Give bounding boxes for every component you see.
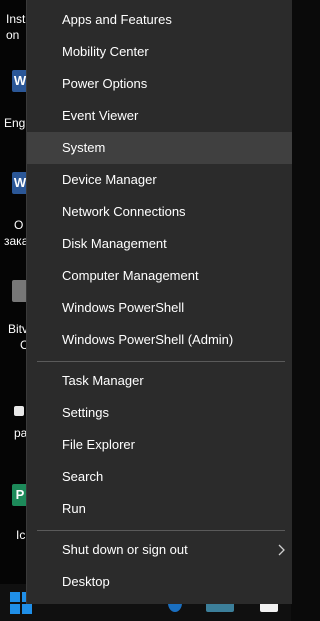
- menu-item-network-connections[interactable]: Network Connections: [27, 196, 292, 228]
- desktop-label: Inst: [6, 12, 26, 26]
- menu-item-disk-management[interactable]: Disk Management: [27, 228, 292, 260]
- chevron-right-icon: [278, 544, 285, 556]
- menu-item-event-viewer[interactable]: Event Viewer: [27, 100, 292, 132]
- desktop-label: on: [6, 28, 20, 42]
- desktop-strip: Inst on W Eng W O зака Bitv C ра P Ic: [0, 0, 28, 621]
- menu-item-system[interactable]: System: [27, 132, 292, 164]
- menu-item-shut-down-or-sign-out[interactable]: Shut down or sign out: [27, 534, 292, 566]
- desktop-label: Bitv: [8, 322, 28, 336]
- menu-item-windows-powershell-admin[interactable]: Windows PowerShell (Admin): [27, 324, 292, 356]
- menu-item-label: Shut down or sign out: [62, 542, 188, 557]
- menu-item-task-manager[interactable]: Task Manager: [27, 365, 292, 397]
- menu-item-run[interactable]: Run: [27, 493, 292, 525]
- menu-item-power-options[interactable]: Power Options: [27, 68, 292, 100]
- desktop-label: O: [14, 218, 24, 232]
- menu-item-computer-management[interactable]: Computer Management: [27, 260, 292, 292]
- desktop-label: Ic: [16, 528, 26, 542]
- menu-item-windows-powershell[interactable]: Windows PowerShell: [27, 292, 292, 324]
- menu-item-desktop[interactable]: Desktop: [27, 566, 292, 598]
- winx-context-menu: Apps and Features Mobility Center Power …: [26, 0, 292, 604]
- menu-item-mobility-center[interactable]: Mobility Center: [27, 36, 292, 68]
- desktop-label: зака: [4, 234, 28, 248]
- menu-item-file-explorer[interactable]: File Explorer: [27, 429, 292, 461]
- shortcut-arrow-icon: [14, 406, 24, 416]
- menu-item-device-manager[interactable]: Device Manager: [27, 164, 292, 196]
- menu-separator: [37, 530, 285, 531]
- menu-item-settings[interactable]: Settings: [27, 397, 292, 429]
- menu-item-search[interactable]: Search: [27, 461, 292, 493]
- desktop-label: Eng: [4, 116, 26, 130]
- menu-item-apps-and-features[interactable]: Apps and Features: [27, 4, 292, 36]
- menu-separator: [37, 361, 285, 362]
